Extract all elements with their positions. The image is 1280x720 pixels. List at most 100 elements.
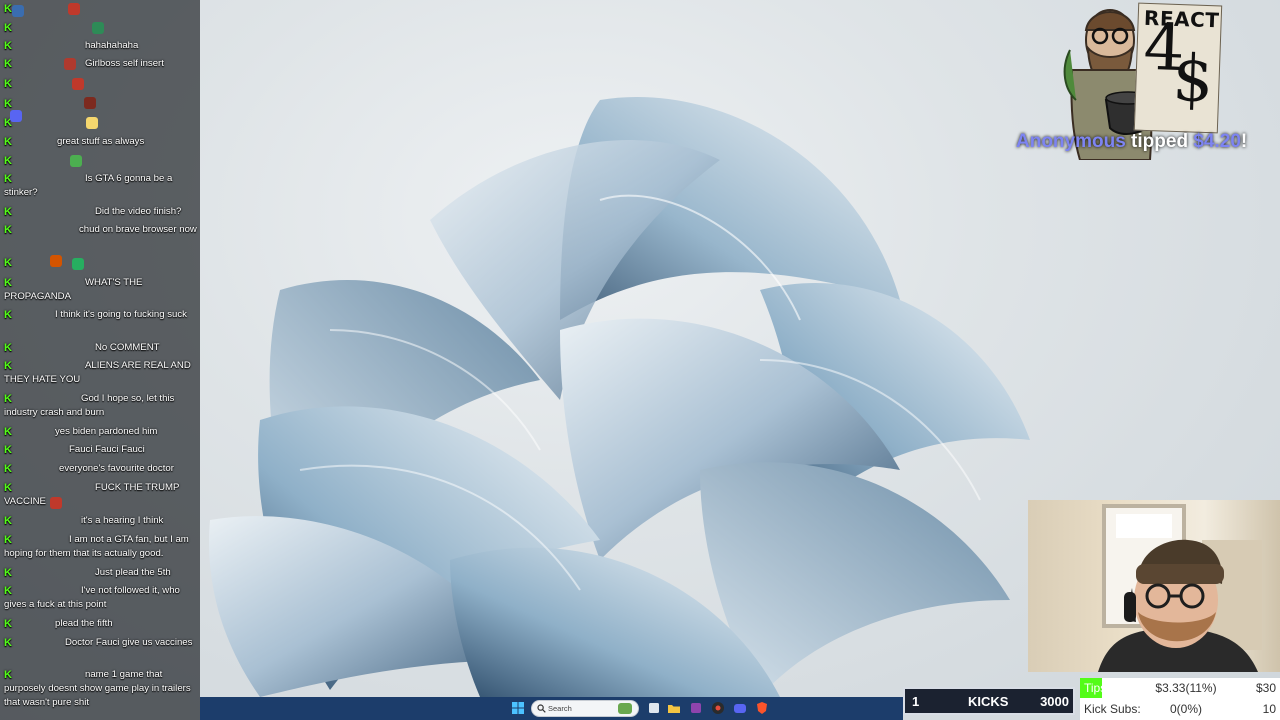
kick-badge-icon: K <box>4 360 12 372</box>
chat-text: it's a hearing I think <box>81 515 164 526</box>
kick-badge-icon: K <box>4 58 12 70</box>
app-icon <box>691 703 701 713</box>
kick-badge-icon: K <box>4 155 12 167</box>
goals-panel: Tips: $3.33(11%) $30 Kick Subs: 0(0%) 10 <box>1080 678 1280 720</box>
kicks-goal-bar: 1 KICKS 3000 <box>903 687 1075 715</box>
taskbar-app-button[interactable] <box>689 701 703 715</box>
emote-icon <box>70 155 82 167</box>
emote-icon <box>72 78 84 90</box>
discord-button[interactable] <box>733 701 747 715</box>
emote-icon <box>92 22 104 34</box>
chat-panel: K K Khahahahaha K Girlboss self insert K … <box>0 0 200 720</box>
windows-logo-icon <box>512 702 524 714</box>
start-button[interactable] <box>511 701 525 715</box>
chat-text: FUCK THE TRUMP VACCINE <box>4 482 180 507</box>
tips-goal: $30 <box>1255 681 1276 695</box>
chat-message: Khahahahaha <box>4 39 198 53</box>
webcam-feed <box>1028 500 1280 672</box>
chat-message: K I've not followed it, who gives a fuck … <box>4 584 198 612</box>
chat-text: I've not followed it, who gives a fuck a… <box>4 585 180 610</box>
tip-verb: tipped <box>1125 131 1194 152</box>
kick-badge-icon: K <box>4 224 12 236</box>
chat-message: Kyes biden pardoned him <box>4 425 198 439</box>
obs-button[interactable] <box>711 701 725 715</box>
tips-label: Tips: <box>1084 681 1110 695</box>
chat-message: K ALIENS ARE REAL AND THEY HATE YOU <box>4 359 198 387</box>
chat-message: Kplead the fifth <box>4 617 198 631</box>
kick-badge-icon: K <box>4 277 12 289</box>
task-view-icon <box>649 703 659 713</box>
chat-message: K FUCK THE TRUMP VACCINE <box>4 481 198 509</box>
subs-value: 0(0%) <box>1169 702 1202 716</box>
kick-badge-icon: K <box>4 669 12 681</box>
tips-value: $3.33(11%) <box>1155 681 1217 695</box>
subs-row: Kick Subs: 0(0%) 10 <box>1080 699 1280 719</box>
kick-badge-icon: K <box>4 444 12 456</box>
chat-text: great stuff as always <box>57 136 145 147</box>
chat-text: plead the fifth <box>55 618 113 629</box>
chat-message: K Fauci Fauci Fauci <box>4 443 198 457</box>
file-explorer-button[interactable] <box>667 701 681 715</box>
task-view-button[interactable] <box>647 701 661 715</box>
chat-text: Did the video finish? <box>95 206 182 217</box>
chat-message: K Did the video finish? <box>4 205 198 219</box>
kick-badge-icon: K <box>4 342 12 354</box>
chat-message: K <box>4 256 198 270</box>
emote-icon <box>12 5 24 17</box>
kick-badge-icon: K <box>4 618 12 630</box>
react-card-dollar: $ <box>1171 41 1215 118</box>
emote-icon <box>50 255 62 267</box>
chat-text: No COMMENT <box>95 342 160 353</box>
chat-message: K No COMMENT <box>4 341 198 355</box>
chat-message: K Doctor Fauci give us vaccines <box>4 636 198 650</box>
tip-alert-text: Anonymous tipped $4.20! <box>1016 131 1280 153</box>
emote-icon <box>64 58 76 70</box>
chat-message: K God I hope so, let this industry crash … <box>4 392 198 420</box>
kick-badge-icon: K <box>4 78 12 90</box>
chat-message: K I think it's going to fucking suck <box>4 308 198 322</box>
search-placeholder: Search <box>548 704 572 713</box>
kick-badge-icon: K <box>4 309 12 321</box>
chat-message: Keveryone's favourite doctor <box>4 462 198 476</box>
emote-icon <box>10 110 22 122</box>
discord-icon <box>734 704 746 713</box>
taskbar-search-input[interactable]: Search <box>531 700 639 717</box>
emote-icon <box>50 497 62 509</box>
chat-message: Kit's a hearing I think <box>4 514 198 528</box>
kick-badge-icon: K <box>4 585 12 597</box>
emote-icon <box>72 258 84 270</box>
chat-text: WHAT'S THE PROPAGANDA <box>4 277 143 302</box>
chat-text: everyone's favourite doctor <box>59 463 174 474</box>
chat-text: yes biden pardoned him <box>55 426 158 437</box>
search-icon <box>537 704 546 713</box>
chat-text: I am not a GTA fan, but I am hoping for … <box>4 534 189 559</box>
obs-icon <box>712 702 724 714</box>
kick-badge-icon: K <box>4 567 12 579</box>
kick-badge-icon: K <box>4 534 12 546</box>
tips-row: Tips: $3.33(11%) $30 <box>1080 678 1280 698</box>
kick-badge-icon: K <box>4 173 12 185</box>
brave-icon <box>757 702 767 714</box>
kick-badge-icon: K <box>4 637 12 649</box>
chat-message: K <box>4 116 198 130</box>
chat-text: Girlboss self insert <box>85 58 164 69</box>
chat-text: chud on brave browser now <box>79 224 197 235</box>
emote-icon <box>84 97 96 109</box>
tip-amount: $4.20 <box>1193 131 1241 152</box>
tipper-name: Anonymous <box>1016 131 1126 152</box>
chat-text: Fauci Fauci Fauci <box>69 444 145 455</box>
chat-message: K Is GTA 6 gonna be a stinker? <box>4 172 198 200</box>
chat-message: K <box>4 154 198 168</box>
kick-badge-icon: K <box>4 515 12 527</box>
chat-message: K <box>4 97 198 111</box>
kicks-current: 1 <box>912 694 920 709</box>
subs-goal: 10 <box>1262 702 1276 716</box>
subs-label: Kick Subs: <box>1084 702 1141 716</box>
kick-badge-icon: K <box>4 393 12 405</box>
brave-browser-button[interactable] <box>755 701 769 715</box>
kick-badge-icon: K <box>4 426 12 438</box>
chat-message: K WHAT'S THE PROPAGANDA <box>4 276 198 304</box>
chat-message: Kgreat stuff as always <box>4 135 198 149</box>
kick-badge-icon: K <box>4 22 12 34</box>
kick-badge-icon: K <box>4 257 12 269</box>
